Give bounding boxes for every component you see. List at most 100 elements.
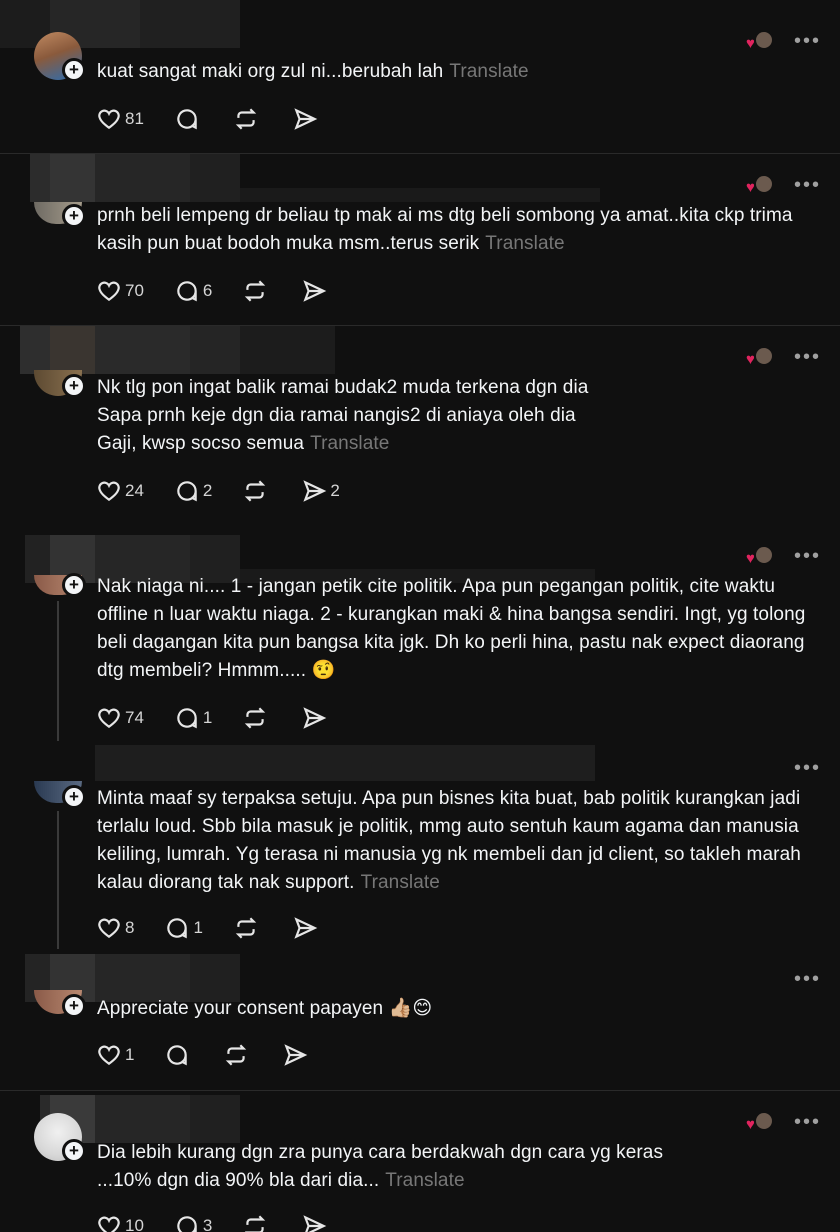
send-icon xyxy=(294,108,318,130)
repost-button[interactable] xyxy=(223,1042,252,1068)
more-menu-icon[interactable]: ••• xyxy=(794,1112,820,1132)
send-icon xyxy=(284,1044,308,1066)
post-body: Minta maaf sy terpaksa setuju. Apa pun b… xyxy=(97,788,801,893)
repost-icon xyxy=(245,707,266,729)
post-5: + ••• Appreciate your consent papayen 👍🏼… xyxy=(0,950,840,1090)
comment-icon xyxy=(177,1216,197,1232)
action-bar: 24 2 2 xyxy=(96,476,370,506)
reply-button[interactable]: 1 xyxy=(174,705,212,731)
author-avatar xyxy=(754,174,774,194)
share-button[interactable] xyxy=(301,278,330,304)
author-avatar xyxy=(754,1111,774,1131)
more-menu-icon[interactable]: ••• xyxy=(794,347,820,367)
like-count: 24 xyxy=(125,481,144,500)
liked-by-author-badge: ♥ xyxy=(746,1111,774,1135)
follow-plus-icon[interactable]: + xyxy=(62,785,86,809)
follow-plus-icon[interactable]: + xyxy=(62,1139,86,1163)
heart-outline-icon xyxy=(98,481,120,501)
author-avatar xyxy=(754,545,774,565)
thread-line xyxy=(57,601,59,741)
repost-button[interactable] xyxy=(242,478,271,504)
like-count: 74 xyxy=(125,708,144,727)
like-button[interactable]: 24 xyxy=(96,478,144,504)
share-button[interactable] xyxy=(282,1042,311,1068)
action-bar: 70 6 xyxy=(96,276,360,306)
post-text: Dia lebih kurang dgn zra punya cara berd… xyxy=(97,1139,822,1195)
more-menu-icon[interactable]: ••• xyxy=(794,758,820,778)
like-button[interactable]: 1 xyxy=(96,1042,134,1068)
follow-plus-icon[interactable]: + xyxy=(62,374,86,398)
reply-count: 1 xyxy=(193,918,203,937)
share-button[interactable]: 2 xyxy=(301,478,340,504)
heart-outline-icon xyxy=(98,918,120,938)
liked-by-author-badge: ♥ xyxy=(746,30,774,54)
translate-link[interactable]: Translate xyxy=(310,433,389,454)
action-bar: 1 xyxy=(96,1040,341,1070)
repost-button[interactable] xyxy=(233,106,262,132)
liked-by-author-badge: ♥ xyxy=(746,174,774,198)
repost-icon xyxy=(245,280,266,302)
like-button[interactable]: 81 xyxy=(96,106,144,132)
reply-button[interactable] xyxy=(164,1042,193,1068)
share-count: 2 xyxy=(330,481,340,500)
post-line: Gaji, kwsp socso semua xyxy=(97,433,305,454)
repost-button[interactable] xyxy=(242,1213,271,1232)
comment-icon xyxy=(177,481,197,502)
translate-link[interactable]: Translate xyxy=(449,61,528,82)
reply-count: 2 xyxy=(202,481,213,500)
repost-button[interactable] xyxy=(233,915,262,941)
repost-button[interactable] xyxy=(242,278,271,304)
like-button[interactable]: 10 xyxy=(96,1213,144,1232)
more-menu-icon[interactable]: ••• xyxy=(794,969,820,989)
comment-icon xyxy=(177,708,197,729)
liked-by-author-badge: ♥ xyxy=(746,545,774,569)
send-icon xyxy=(303,707,327,729)
more-menu-icon[interactable]: ••• xyxy=(794,546,820,566)
share-button[interactable] xyxy=(292,915,321,941)
repost-icon xyxy=(226,1044,247,1066)
comment-icon xyxy=(167,1045,188,1066)
reply-button[interactable]: 1 xyxy=(164,915,203,941)
repost-icon xyxy=(235,108,257,130)
reply-button[interactable] xyxy=(174,106,203,132)
author-avatar xyxy=(754,30,774,50)
like-button[interactable]: 8 xyxy=(96,915,134,941)
more-menu-icon[interactable]: ••• xyxy=(794,31,820,51)
repost-button[interactable] xyxy=(242,705,271,731)
liked-by-author-badge: ♥ xyxy=(746,346,774,370)
post-0: + ♥ ••• kuat sangat maki org zul ni...be… xyxy=(0,0,840,153)
repost-icon xyxy=(245,480,266,502)
post-line: Nk tlg pon ingat balik ramai budak2 muda… xyxy=(97,377,589,398)
translate-link[interactable]: Translate xyxy=(485,233,564,254)
redacted-username xyxy=(0,326,340,374)
follow-plus-icon[interactable]: + xyxy=(62,204,86,228)
reply-button[interactable]: 3 xyxy=(174,1213,212,1232)
send-icon xyxy=(303,480,327,502)
follow-plus-icon[interactable]: + xyxy=(62,573,86,597)
like-count: 8 xyxy=(125,918,135,937)
post-4: + ••• Minta maaf sy terpaksa setuju. Apa… xyxy=(0,745,840,950)
like-button[interactable]: 74 xyxy=(96,705,144,731)
post-6: + ♥ ••• Dia lebih kurang dgn zra punya c… xyxy=(0,1090,840,1232)
reply-button[interactable]: 6 xyxy=(174,278,212,304)
translate-link[interactable]: Translate xyxy=(385,1170,464,1191)
heart-outline-icon xyxy=(98,281,120,301)
reply-button[interactable]: 2 xyxy=(174,478,212,504)
post-line: Dia lebih kurang dgn zra punya cara berd… xyxy=(97,1142,664,1163)
like-count: 81 xyxy=(125,109,144,128)
more-menu-icon[interactable]: ••• xyxy=(794,175,820,195)
translate-link[interactable]: Translate xyxy=(361,872,440,893)
post-body: Nak niaga ni.... 1 - jangan petik cite p… xyxy=(97,576,806,681)
heart-outline-icon xyxy=(98,1045,120,1065)
share-button[interactable] xyxy=(301,705,330,731)
like-button[interactable]: 70 xyxy=(96,278,144,304)
action-bar: 10 3 xyxy=(96,1211,360,1232)
follow-plus-icon[interactable]: + xyxy=(62,58,86,82)
follow-plus-icon[interactable]: + xyxy=(62,994,86,1018)
like-count: 10 xyxy=(125,1216,144,1232)
post-text: Minta maaf sy terpaksa setuju. Apa pun b… xyxy=(97,785,822,897)
post-1: + ♥ ••• prnh beli lempeng dr beliau tp m… xyxy=(0,153,840,325)
like-count: 1 xyxy=(125,1045,135,1064)
share-button[interactable] xyxy=(292,106,321,132)
share-button[interactable] xyxy=(301,1213,330,1232)
